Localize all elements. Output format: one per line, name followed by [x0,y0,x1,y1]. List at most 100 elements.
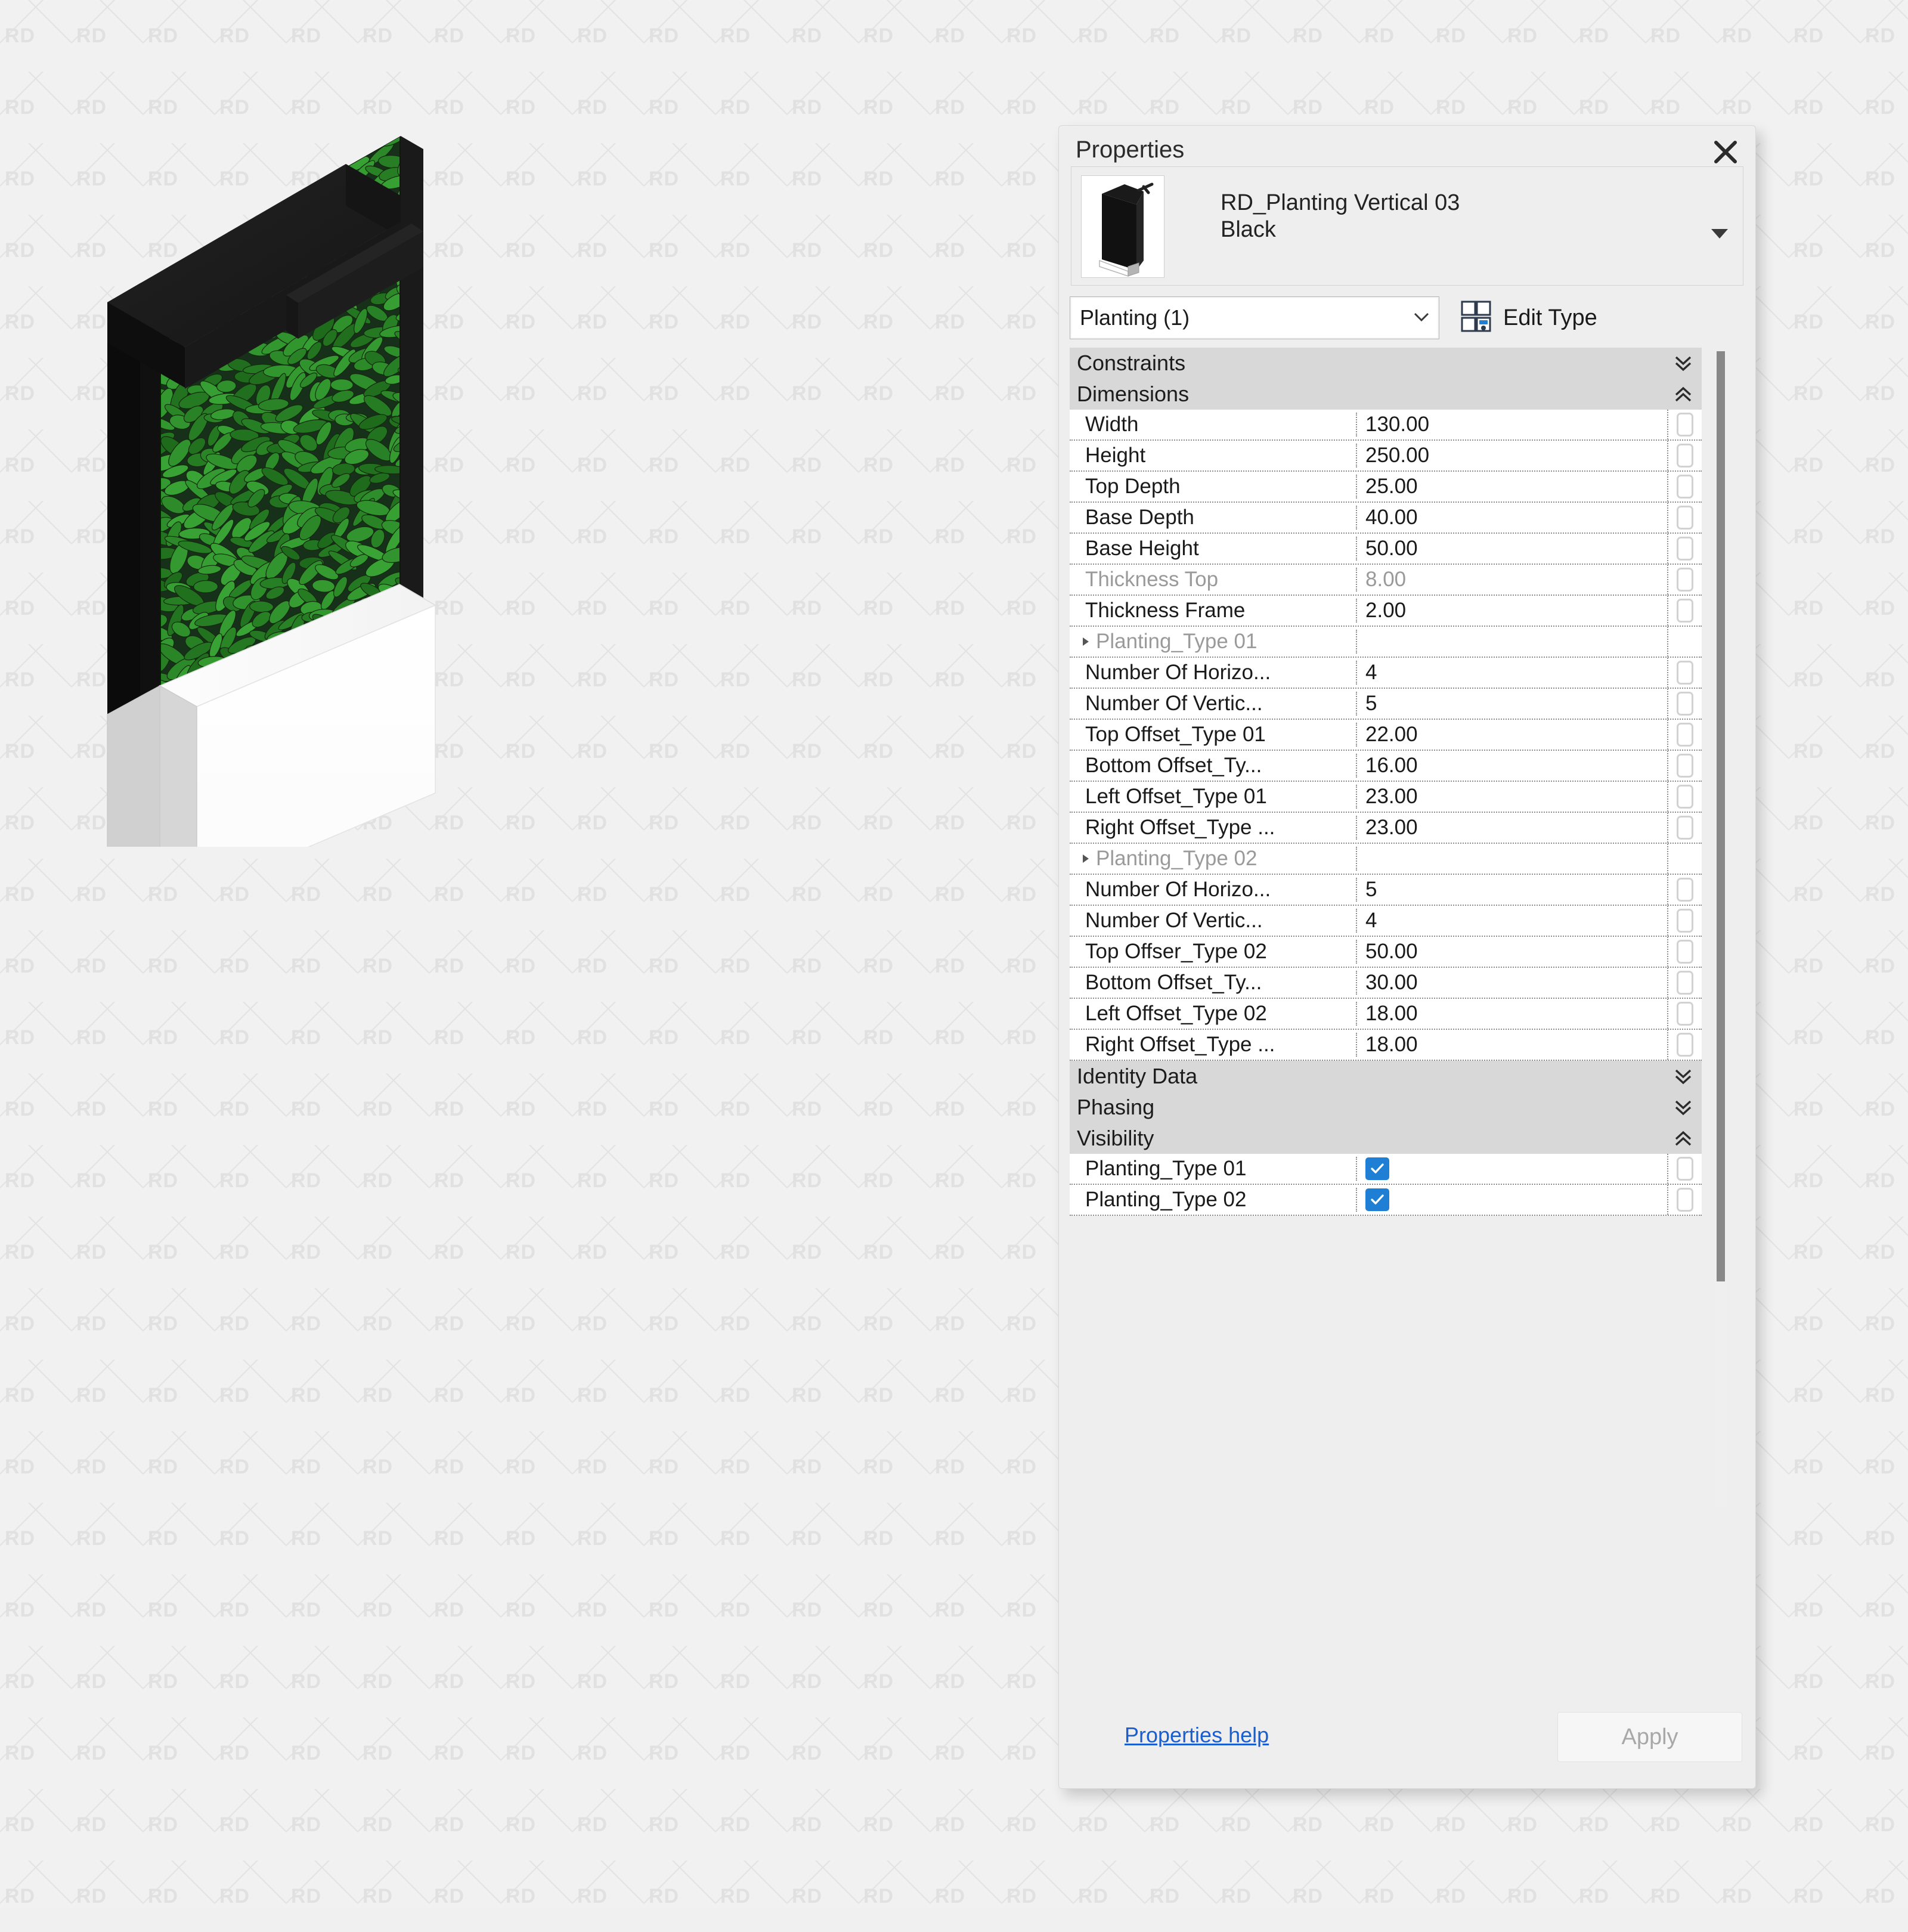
parameter-value[interactable]: 30.00 [1357,968,1668,998]
parameter-row[interactable]: Number Of Horizo... 4 [1070,658,1702,689]
edit-type-button[interactable]: Edit Type [1460,298,1597,338]
parameter-row[interactable]: Right Offset_Type ... 23.00 [1070,813,1702,844]
parameter-value[interactable]: 40.00 [1357,503,1668,532]
parameter-row[interactable]: Thickness Top 8.00 [1070,565,1702,596]
lock-icon[interactable] [1677,785,1693,809]
parameter-value[interactable]: 5 [1357,875,1668,905]
lock-icon[interactable] [1677,1033,1693,1057]
parameter-lock-button[interactable] [1668,503,1702,532]
lock-icon[interactable] [1677,692,1693,716]
lock-icon[interactable] [1677,909,1693,933]
close-icon[interactable] [1709,135,1742,169]
parameter-value[interactable]: 23.00 [1357,813,1668,843]
parameter-row[interactable]: Top Offset_Type 01 22.00 [1070,720,1702,751]
parameter-lock-button[interactable] [1668,906,1702,936]
lock-icon[interactable] [1677,723,1693,747]
parameter-checkbox[interactable] [1357,1185,1668,1215]
check-icon[interactable] [1365,1188,1389,1211]
chevron-double-up-icon[interactable] [1673,385,1693,403]
parameter-value[interactable]: 25.00 [1357,472,1668,501]
parameter-row[interactable]: Bottom Offset_Ty... 16.00 [1070,751,1702,782]
section-header-visibility[interactable]: Visibility [1070,1123,1702,1154]
parameter-value[interactable]: 18.00 [1357,1030,1668,1060]
parameter-lock-button[interactable] [1668,658,1702,688]
apply-button[interactable]: Apply [1557,1712,1742,1762]
parameter-value[interactable]: 130.00 [1357,410,1668,439]
parameter-row[interactable]: Thickness Frame 2.00 [1070,596,1702,627]
lock-icon[interactable] [1677,1188,1693,1212]
parameter-lock-button[interactable] [1668,689,1702,719]
parameter-subgroup-row[interactable]: Planting_Type 01 [1070,627,1702,658]
parameter-value[interactable]: 16.00 [1357,751,1668,781]
parameter-lock-button[interactable] [1668,782,1702,812]
parameter-row[interactable]: Left Offset_Type 02 18.00 [1070,999,1702,1030]
parameter-row[interactable]: Planting_Type 01 [1070,1154,1702,1185]
parameter-row[interactable]: Number Of Vertic... 5 [1070,689,1702,720]
parameter-lock-button[interactable] [1668,999,1702,1029]
parameter-value[interactable]: 8.00 [1357,565,1668,595]
parameter-value[interactable]: 50.00 [1357,534,1668,564]
lock-icon[interactable] [1677,1002,1693,1026]
parameter-row[interactable]: Left Offset_Type 01 23.00 [1070,782,1702,813]
section-header-identity-data[interactable]: Identity Data [1070,1061,1702,1092]
check-icon[interactable] [1365,1157,1389,1180]
lock-icon[interactable] [1677,816,1693,840]
scrollbar-thumb[interactable] [1717,351,1725,1281]
parameter-grid[interactable]: Constraints Dimensions Width 130.00 Height 25… [1070,348,1702,1216]
parameter-lock-button[interactable] [1668,875,1702,905]
parameter-lock-button[interactable] [1668,813,1702,843]
parameter-lock-button[interactable] [1668,720,1702,750]
parameter-value[interactable]: 2.00 [1357,596,1668,626]
section-header-dimensions[interactable]: Dimensions [1070,379,1702,410]
parameter-lock-button[interactable] [1668,844,1702,874]
parameter-value[interactable]: 4 [1357,658,1668,688]
parameter-row[interactable]: Right Offset_Type ... 18.00 [1070,1030,1702,1061]
chevron-double-down-icon[interactable] [1673,1098,1693,1116]
parameter-lock-button[interactable] [1668,968,1702,998]
lock-icon[interactable] [1677,444,1693,467]
parameter-value[interactable]: 5 [1357,689,1668,719]
lock-icon[interactable] [1677,413,1693,436]
parameter-lock-button[interactable] [1668,1154,1702,1184]
lock-icon[interactable] [1677,599,1693,623]
lock-icon[interactable] [1677,940,1693,964]
parameter-row[interactable]: Planting_Type 02 [1070,1185,1702,1216]
parameter-row[interactable]: Base Depth 40.00 [1070,503,1702,534]
parameter-lock-button[interactable] [1668,937,1702,967]
parameter-row[interactable]: Base Height 50.00 [1070,534,1702,565]
parameter-row[interactable]: Top Offser_Type 02 50.00 [1070,937,1702,968]
parameter-row[interactable]: Height 250.00 [1070,441,1702,472]
parameter-value[interactable]: 22.00 [1357,720,1668,750]
parameter-lock-button[interactable] [1668,1185,1702,1215]
lock-icon[interactable] [1677,754,1693,778]
parameter-row[interactable]: Top Depth 25.00 [1070,472,1702,503]
parameter-lock-button[interactable] [1668,751,1702,781]
type-preview-box[interactable]: RD_Planting Vertical 03 Black [1071,166,1743,286]
parameter-row[interactable]: Bottom Offset_Ty... 30.00 [1070,968,1702,999]
parameter-value[interactable]: 50.00 [1357,937,1668,967]
category-selector[interactable]: Planting (1) [1070,296,1439,339]
parameter-value[interactable]: 4 [1357,906,1668,936]
parameter-lock-button[interactable] [1668,534,1702,564]
parameter-value[interactable]: 250.00 [1357,441,1668,470]
chevron-down-icon[interactable] [1413,311,1439,326]
chevron-double-down-icon[interactable] [1673,354,1693,372]
lock-icon[interactable] [1677,506,1693,530]
section-header-phasing[interactable]: Phasing [1070,1092,1702,1123]
parameter-row[interactable]: Number Of Horizo... 5 [1070,875,1702,906]
properties-panel[interactable]: Properties RD_Planting Vertical 03 Black… [1058,125,1756,1789]
parameter-subgroup-row[interactable]: Planting_Type 02 [1070,844,1702,875]
lock-icon[interactable] [1677,537,1693,561]
parameter-row[interactable]: Number Of Vertic... 4 [1070,906,1702,937]
lock-icon[interactable] [1677,878,1693,902]
lock-icon[interactable] [1677,1157,1693,1181]
parameter-lock-button[interactable] [1668,410,1702,439]
parameter-lock-button[interactable] [1668,596,1702,626]
parameter-lock-button[interactable] [1668,1030,1702,1060]
chevron-double-up-icon[interactable] [1673,1129,1693,1147]
parameter-lock-button[interactable] [1668,472,1702,501]
parameter-checkbox[interactable] [1357,1154,1668,1184]
parameter-value[interactable]: 23.00 [1357,782,1668,812]
properties-help-link[interactable]: Properties help [1125,1723,1269,1748]
parameter-lock-button[interactable] [1668,441,1702,470]
